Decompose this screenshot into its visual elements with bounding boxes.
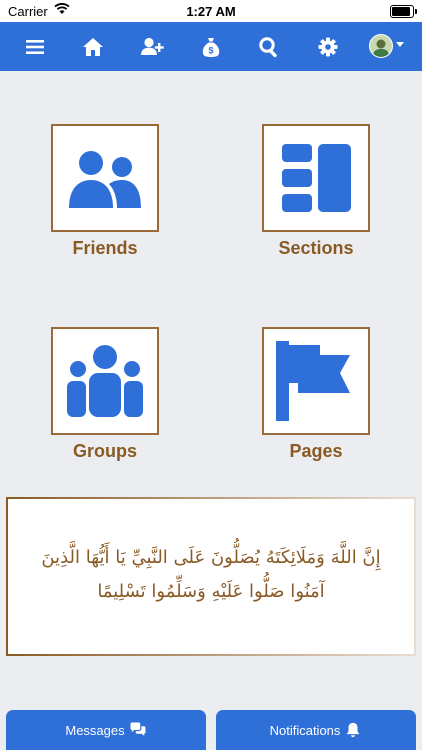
avatar[interactable] — [369, 34, 393, 58]
top-nav-bar: $ — [0, 22, 422, 71]
groups-icon — [67, 345, 143, 417]
flag-icon — [276, 341, 350, 421]
chat-bubbles-icon — [130, 722, 146, 736]
verse-line-2: آمَنُوا صَلُّوا عَلَيْهِ وَسَلِّمُوا تَس… — [97, 581, 325, 602]
search-icon[interactable] — [256, 34, 282, 60]
add-user-icon[interactable] — [139, 34, 165, 60]
verse-line-1: إِنَّ اللَّهَ وَمَلَائِكَتَهُ يُصَلُّونَ… — [41, 547, 381, 568]
sections-icon — [282, 144, 351, 212]
status-bar: Carrier 1:27 AM — [0, 0, 422, 22]
friends-icon — [69, 151, 141, 208]
notifications-button[interactable]: Notifications — [216, 710, 416, 750]
pages-label[interactable]: Pages — [241, 441, 391, 462]
menu-icon[interactable] — [22, 34, 48, 60]
gear-icon[interactable] — [315, 34, 341, 60]
clock: 1:27 AM — [186, 4, 236, 19]
verse-card: إِنَّ اللَّهَ وَمَلَائِكَتَهُ يُصَلُّونَ… — [6, 497, 416, 656]
friends-tile[interactable] — [51, 124, 159, 232]
notifications-label: Notifications — [269, 722, 341, 738]
sections-label[interactable]: Sections — [241, 238, 391, 259]
money-bag-icon[interactable]: $ — [198, 34, 224, 60]
bell-icon — [347, 722, 360, 738]
friends-label[interactable]: Friends — [30, 238, 180, 259]
groups-label[interactable]: Groups — [30, 441, 180, 462]
chevron-down-icon[interactable] — [396, 42, 404, 47]
pages-tile[interactable] — [262, 327, 370, 435]
svg-text:$: $ — [208, 46, 213, 56]
groups-tile[interactable] — [51, 327, 159, 435]
verse-text: إِنَّ اللَّهَ وَمَلَائِكَتَهُ يُصَلُّونَ… — [22, 541, 400, 609]
messages-button[interactable]: Messages — [6, 710, 206, 750]
home-icon[interactable] — [80, 34, 106, 60]
messages-label: Messages — [65, 722, 125, 738]
battery-icon — [390, 5, 417, 18]
sections-tile[interactable] — [262, 124, 370, 232]
